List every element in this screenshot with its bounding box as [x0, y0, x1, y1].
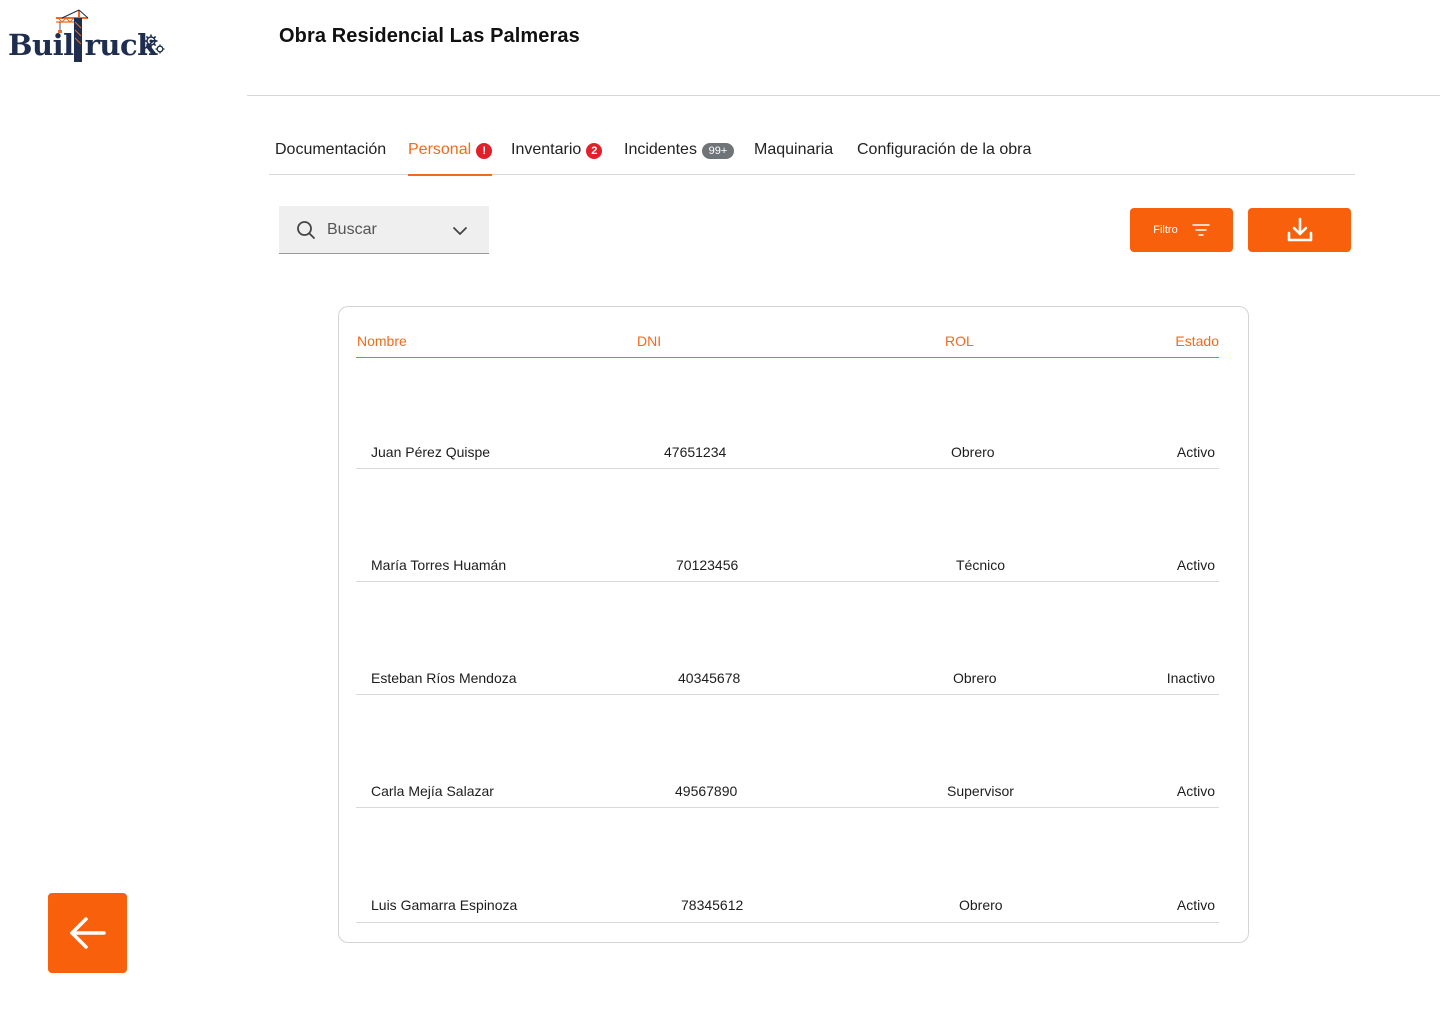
download-button[interactable] — [1248, 208, 1351, 252]
column-header-rol[interactable]: ROL — [945, 333, 974, 349]
column-header-nombre[interactable]: Nombre — [357, 333, 407, 349]
tab-personal[interactable]: Personal ! — [408, 137, 493, 176]
table-header: Nombre DNI ROL Estado — [356, 331, 1219, 358]
search-dropdown[interactable] — [279, 206, 489, 254]
logo-wordmark: Buil ruck — [8, 28, 157, 62]
column-header-estado[interactable]: Estado — [1175, 333, 1219, 349]
table-row[interactable]: Carla Mejía Salazar 49567890 Supervisor … — [356, 695, 1219, 808]
cell-estado: Activo — [1176, 783, 1215, 799]
chevron-down-icon[interactable] — [451, 222, 469, 240]
column-header-dni[interactable]: DNI — [637, 333, 661, 349]
filter-icon — [1192, 224, 1210, 236]
alert-badge: ! — [476, 143, 493, 159]
tab-label: Inventario — [511, 141, 582, 158]
cell-dni: 49567890 — [675, 783, 738, 799]
table-row[interactable]: Esteban Ríos Mendoza 40345678 Obrero Ina… — [356, 582, 1219, 695]
cell-nombre: María Torres Huamán — [371, 557, 507, 573]
tab-documentacion[interactable]: Documentación — [275, 137, 386, 175]
count-badge: 99+ — [701, 143, 734, 159]
cell-estado: Activo — [1176, 444, 1215, 460]
tab-bar: Documentación Personal ! Inventario 2 In… — [269, 137, 1355, 176]
cell-rol: Técnico — [956, 557, 1006, 573]
tab-label: Configuración de la obra — [857, 141, 1032, 158]
cell-nombre: Esteban Ríos Mendoza — [371, 670, 517, 686]
cell-dni: 40345678 — [678, 670, 741, 686]
arrow-left-icon — [69, 917, 106, 949]
filter-label: Filtro — [1153, 224, 1178, 236]
cell-rol: Supervisor — [947, 783, 1014, 799]
gears-icon — [144, 34, 165, 54]
search-input[interactable] — [327, 219, 447, 241]
personal-table-card: Nombre DNI ROL Estado Juan Pérez Quispe … — [338, 306, 1249, 943]
tab-incidentes[interactable]: Incidentes 99+ — [624, 137, 734, 175]
cell-nombre: Carla Mejía Salazar — [371, 783, 494, 799]
cell-rol: Obrero — [951, 444, 995, 460]
cell-dni: 70123456 — [676, 557, 739, 573]
count-badge: 2 — [586, 143, 603, 159]
header-divider — [247, 95, 1440, 96]
tab-label: Maquinaria — [754, 141, 834, 158]
cell-nombre: Juan Pérez Quispe — [371, 444, 491, 460]
tab-configuracion[interactable]: Configuración de la obra — [857, 137, 1031, 175]
page-title: Obra Residencial Las Palmeras — [279, 25, 580, 47]
tab-label: Personal — [408, 141, 472, 158]
app-logo: Buil ruck — [8, 8, 168, 68]
cell-dni: 47651234 — [664, 444, 727, 460]
cell-estado: Activo — [1176, 557, 1215, 573]
cell-nombre: Luis Gamarra Espinoza — [371, 897, 518, 913]
cell-rol: Obrero — [953, 670, 997, 686]
cell-estado: Inactivo — [1166, 670, 1215, 686]
tab-maquinaria[interactable]: Maquinaria — [754, 137, 833, 175]
back-button[interactable] — [48, 893, 127, 973]
table-row[interactable]: María Torres Huamán 70123456 Técnico Act… — [356, 469, 1219, 582]
download-icon — [1287, 217, 1312, 242]
table-row[interactable]: Luis Gamarra Espinoza 78345612 Obrero Ac… — [356, 808, 1219, 923]
filter-button[interactable]: Filtro — [1130, 208, 1233, 252]
table-row[interactable]: Juan Pérez Quispe 47651234 Obrero Activo — [356, 367, 1219, 469]
tab-label: Incidentes — [624, 141, 697, 158]
cell-dni: 78345612 — [681, 897, 744, 913]
cell-rol: Obrero — [959, 897, 1003, 913]
tab-inventario[interactable]: Inventario 2 — [511, 137, 603, 175]
cell-estado: Activo — [1176, 897, 1215, 913]
tab-label: Documentación — [275, 141, 387, 158]
search-icon — [297, 221, 315, 239]
